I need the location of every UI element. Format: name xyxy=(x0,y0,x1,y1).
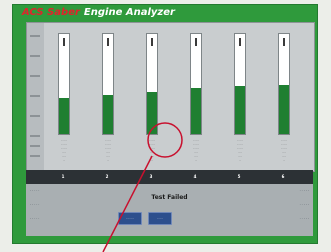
callout-circle xyxy=(147,122,183,158)
callout-line xyxy=(102,155,153,252)
callout-annotation xyxy=(102,122,183,252)
